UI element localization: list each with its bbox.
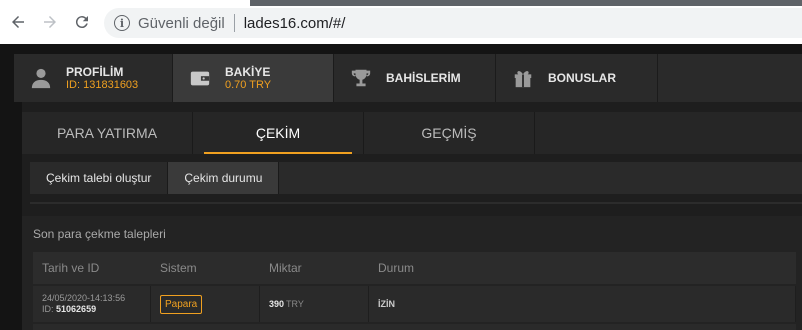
request-id-value: 51062659 (56, 304, 97, 314)
gift-icon (512, 67, 534, 89)
create-withdraw-request-button[interactable]: Çekim talebi oluştur (30, 162, 169, 194)
url-text[interactable]: lades16.com/#/ (244, 15, 346, 32)
omnibox-separator (233, 14, 235, 32)
address-bar[interactable]: i Güvenli değil lades16.com/#/ (104, 8, 802, 38)
tab-withdraw[interactable]: ÇEKİM (193, 112, 364, 154)
divider (30, 202, 802, 204)
tab-profile-title: PROFİLİM (66, 64, 124, 79)
system-badge: Papara (160, 294, 203, 314)
amount-text: 390 TRY (269, 299, 304, 309)
tab-history[interactable]: GEÇMİŞ (364, 112, 535, 154)
tab-bonuses-label: BONUSLAR (548, 71, 616, 85)
tab-profile[interactable]: PROFİLİM ID: 131831603 (14, 54, 173, 102)
header-status: Durum (378, 261, 415, 275)
recent-requests: Son para çekme talepleri Tarih ve ID Sis… (22, 216, 802, 330)
tabstrip-edge (250, 0, 802, 6)
amount-value: 390 (269, 299, 285, 309)
reload-icon (75, 16, 88, 29)
forward-arrow-icon (44, 16, 56, 28)
trophy-icon (350, 67, 372, 89)
table-row-partial (33, 324, 796, 330)
table-header: Tarih ve ID Sistem Miktar Durum (33, 252, 796, 284)
request-id: ID: 51062659 (42, 304, 96, 315)
site-content: PROFİLİM ID: 131831603 BAKİYE 0.70 TRY B… (0, 44, 802, 330)
back-arrow-icon (12, 16, 24, 28)
request-id-label: ID: (42, 304, 54, 314)
reload-button[interactable] (72, 12, 92, 32)
tab-deposit[interactable]: PARA YATIRMA (22, 112, 193, 154)
status-cell: İZİN (369, 286, 796, 322)
payment-tabs: PARA YATIRMA ÇEKİM GEÇMİŞ (22, 112, 802, 154)
user-icon (30, 67, 52, 89)
table-row[interactable]: 24/05/2020-14:13:56 ID: 51062659 Papara … (33, 286, 796, 322)
request-date: 24/05/2020-14:13:56 (42, 293, 126, 303)
tab-profile-id: ID: 131831603 (66, 78, 139, 91)
header-system: Sistem (160, 261, 197, 275)
withdraw-actions: Çekim talebi oluştur Çekim durumu (30, 162, 802, 194)
tab-balance[interactable]: BAKİYE 0.70 TRY (173, 54, 334, 102)
header-amount: Miktar (269, 261, 302, 275)
requests-table: Tarih ve ID Sistem Miktar Durum 24/05/20… (33, 252, 796, 330)
system-cell: Papara (151, 286, 260, 322)
recent-requests-title: Son para çekme talepleri (33, 227, 166, 241)
back-button[interactable] (8, 12, 28, 32)
security-label: Güvenli değil (138, 14, 225, 32)
tab-bonuses[interactable]: BONUSLAR (496, 54, 658, 102)
forward-button[interactable] (40, 12, 60, 32)
account-tabs: PROFİLİM ID: 131831603 BAKİYE 0.70 TRY B… (14, 54, 802, 102)
amount-cell: 390 TRY (260, 286, 369, 322)
tab-my-bets-label: BAHİSLERİM (386, 71, 461, 85)
status-badge: İZİN (378, 299, 395, 309)
tab-my-bets[interactable]: BAHİSLERİM (334, 54, 496, 102)
header-date-id: Tarih ve ID (42, 261, 100, 275)
info-icon[interactable]: i (114, 15, 130, 31)
browser-bar: i Güvenli değil lades16.com/#/ (0, 0, 802, 44)
date-id-cell: 24/05/2020-14:13:56 ID: 51062659 (33, 286, 151, 322)
withdraw-panel: PARA YATIRMA ÇEKİM GEÇMİŞ Çekim talebi o… (22, 102, 802, 330)
amount-currency: TRY (286, 299, 304, 309)
wallet-icon (189, 67, 211, 89)
withdraw-status-button[interactable]: Çekim durumu (168, 162, 280, 194)
tab-balance-amount: 0.70 TRY (225, 78, 272, 91)
tab-balance-title: BAKİYE (225, 64, 271, 79)
